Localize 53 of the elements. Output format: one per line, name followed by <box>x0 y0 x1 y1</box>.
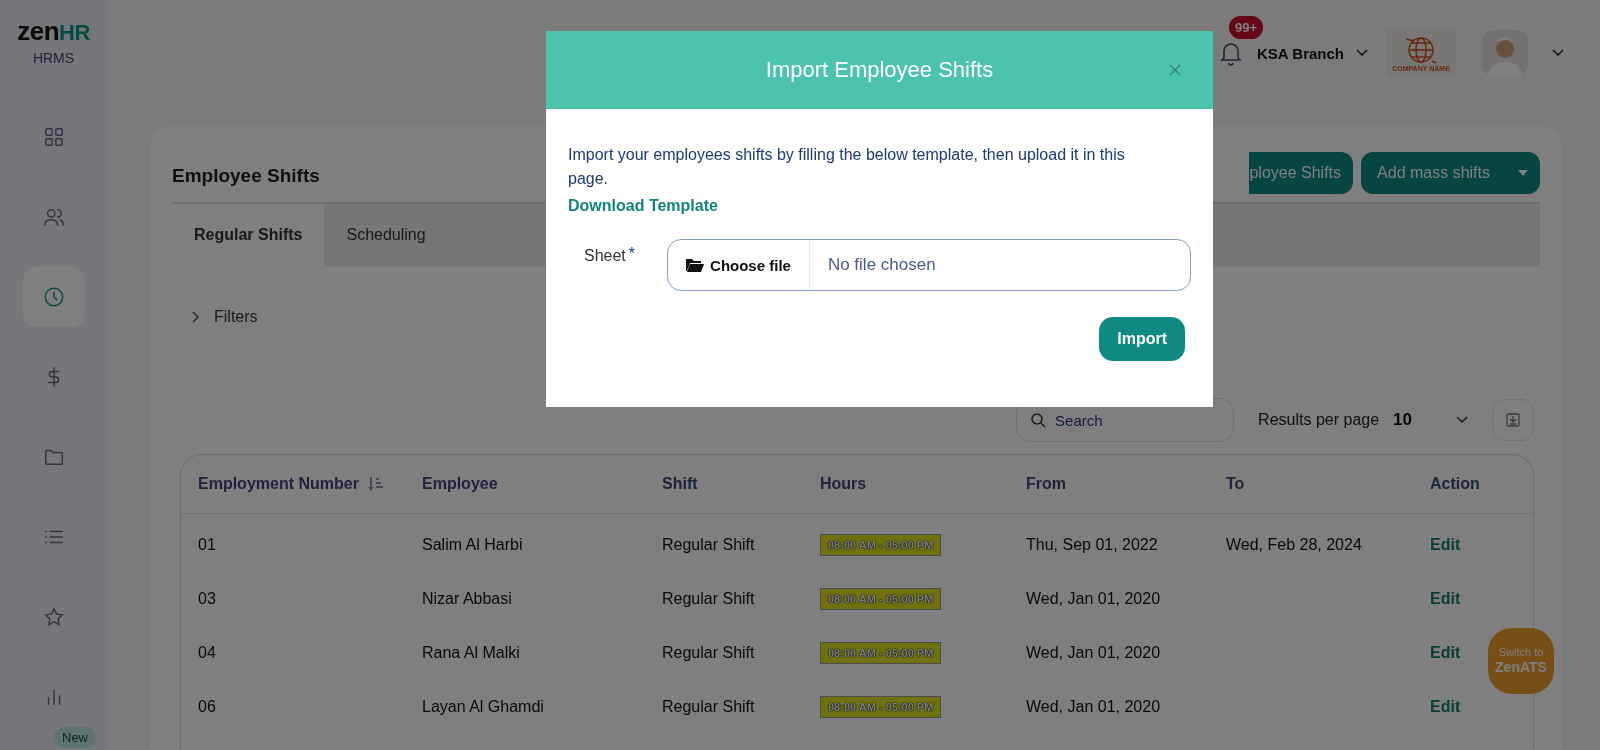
tab[interactable]: Scheduling <box>324 204 448 266</box>
page-title: Employee Shifts <box>172 165 320 187</box>
table-cell: Regular Shift <box>662 698 755 716</box>
required-mark: * <box>628 245 636 263</box>
hours-badge: 08:00 AM - 05:00 PM <box>820 696 942 718</box>
table-cell: Nizar Abbasi <box>422 590 512 608</box>
edit-link[interactable]: Edit <box>1430 590 1461 608</box>
results-label: Results per page <box>1258 411 1380 429</box>
table-cell: Wed, Jan 01, 2020 <box>1026 644 1161 662</box>
column-header: To <box>1226 475 1245 493</box>
branch-selector[interactable]: KSA Branch <box>1257 44 1368 62</box>
column-header: Shift <box>662 475 698 493</box>
new-badge: New <box>54 727 96 748</box>
choose-file-label: Choose file <box>710 256 791 274</box>
table-cell: 03 <box>198 590 216 608</box>
edit-link[interactable]: Edit <box>1430 644 1461 662</box>
table-cell: Wed, Jan 01, 2020 <box>1026 698 1161 716</box>
table-cell: Wed, Feb 28, 2024 <box>1226 536 1362 554</box>
file-input[interactable]: Choose file No file chosen <box>667 239 1191 291</box>
table-cell: Regular Shift <box>662 590 755 608</box>
logo: zenHR <box>17 18 90 44</box>
table-cell: Thu, Sep 01, 2022 <box>1026 536 1158 554</box>
modal-title: Import Employee Shifts <box>765 57 994 83</box>
table-cell: Salim Al Harbi <box>422 536 523 554</box>
edit-link[interactable]: Edit <box>1430 536 1461 554</box>
table-cell: 04 <box>198 644 216 662</box>
filters-toggle[interactable]: Filters <box>192 308 258 326</box>
table-cell: 01 <box>198 536 216 554</box>
column-header: Employee <box>422 475 498 493</box>
column-header: Action <box>1430 475 1480 493</box>
notification-badge: 99+ <box>1229 16 1264 39</box>
table-cell: Regular Shift <box>662 644 755 662</box>
table-cell: Wed, Jan 01, 2020 <box>1026 590 1161 608</box>
product-name: HRMS <box>32 50 75 66</box>
column-header: From <box>1026 475 1066 493</box>
column-header: Employment Number <box>198 475 359 493</box>
table-cell: Regular Shift <box>662 536 755 554</box>
table-cell: Layan Al Ghamdi <box>422 698 544 716</box>
hours-badge: 08:00 AM - 05:00 PM <box>820 534 942 556</box>
hours-badge: 08:00 AM - 05:00 PM <box>820 642 942 664</box>
add-mass-shifts-button[interactable]: Add mass shifts <box>1361 152 1540 194</box>
action-button[interactable]: ployee Shifts <box>1249 152 1354 194</box>
table-cell: 06 <box>198 698 216 716</box>
table-cell: Rana Al Malki <box>422 644 520 662</box>
hours-badge: 08:00 AM - 05:00 PM <box>820 588 942 610</box>
download-template-link[interactable]: Download Template <box>568 197 718 215</box>
file-status: No file chosen <box>826 255 936 275</box>
edit-link[interactable]: Edit <box>1430 698 1461 716</box>
import-button[interactable]: Import <box>1099 317 1185 361</box>
field-label: Sheet <box>584 247 626 265</box>
modal-description: Import your employees shifts by filling the below template, then upload it in this page. <box>568 145 1126 189</box>
column-header: Hours <box>820 475 867 493</box>
results-per-page-select[interactable]: 10 <box>1393 410 1468 430</box>
